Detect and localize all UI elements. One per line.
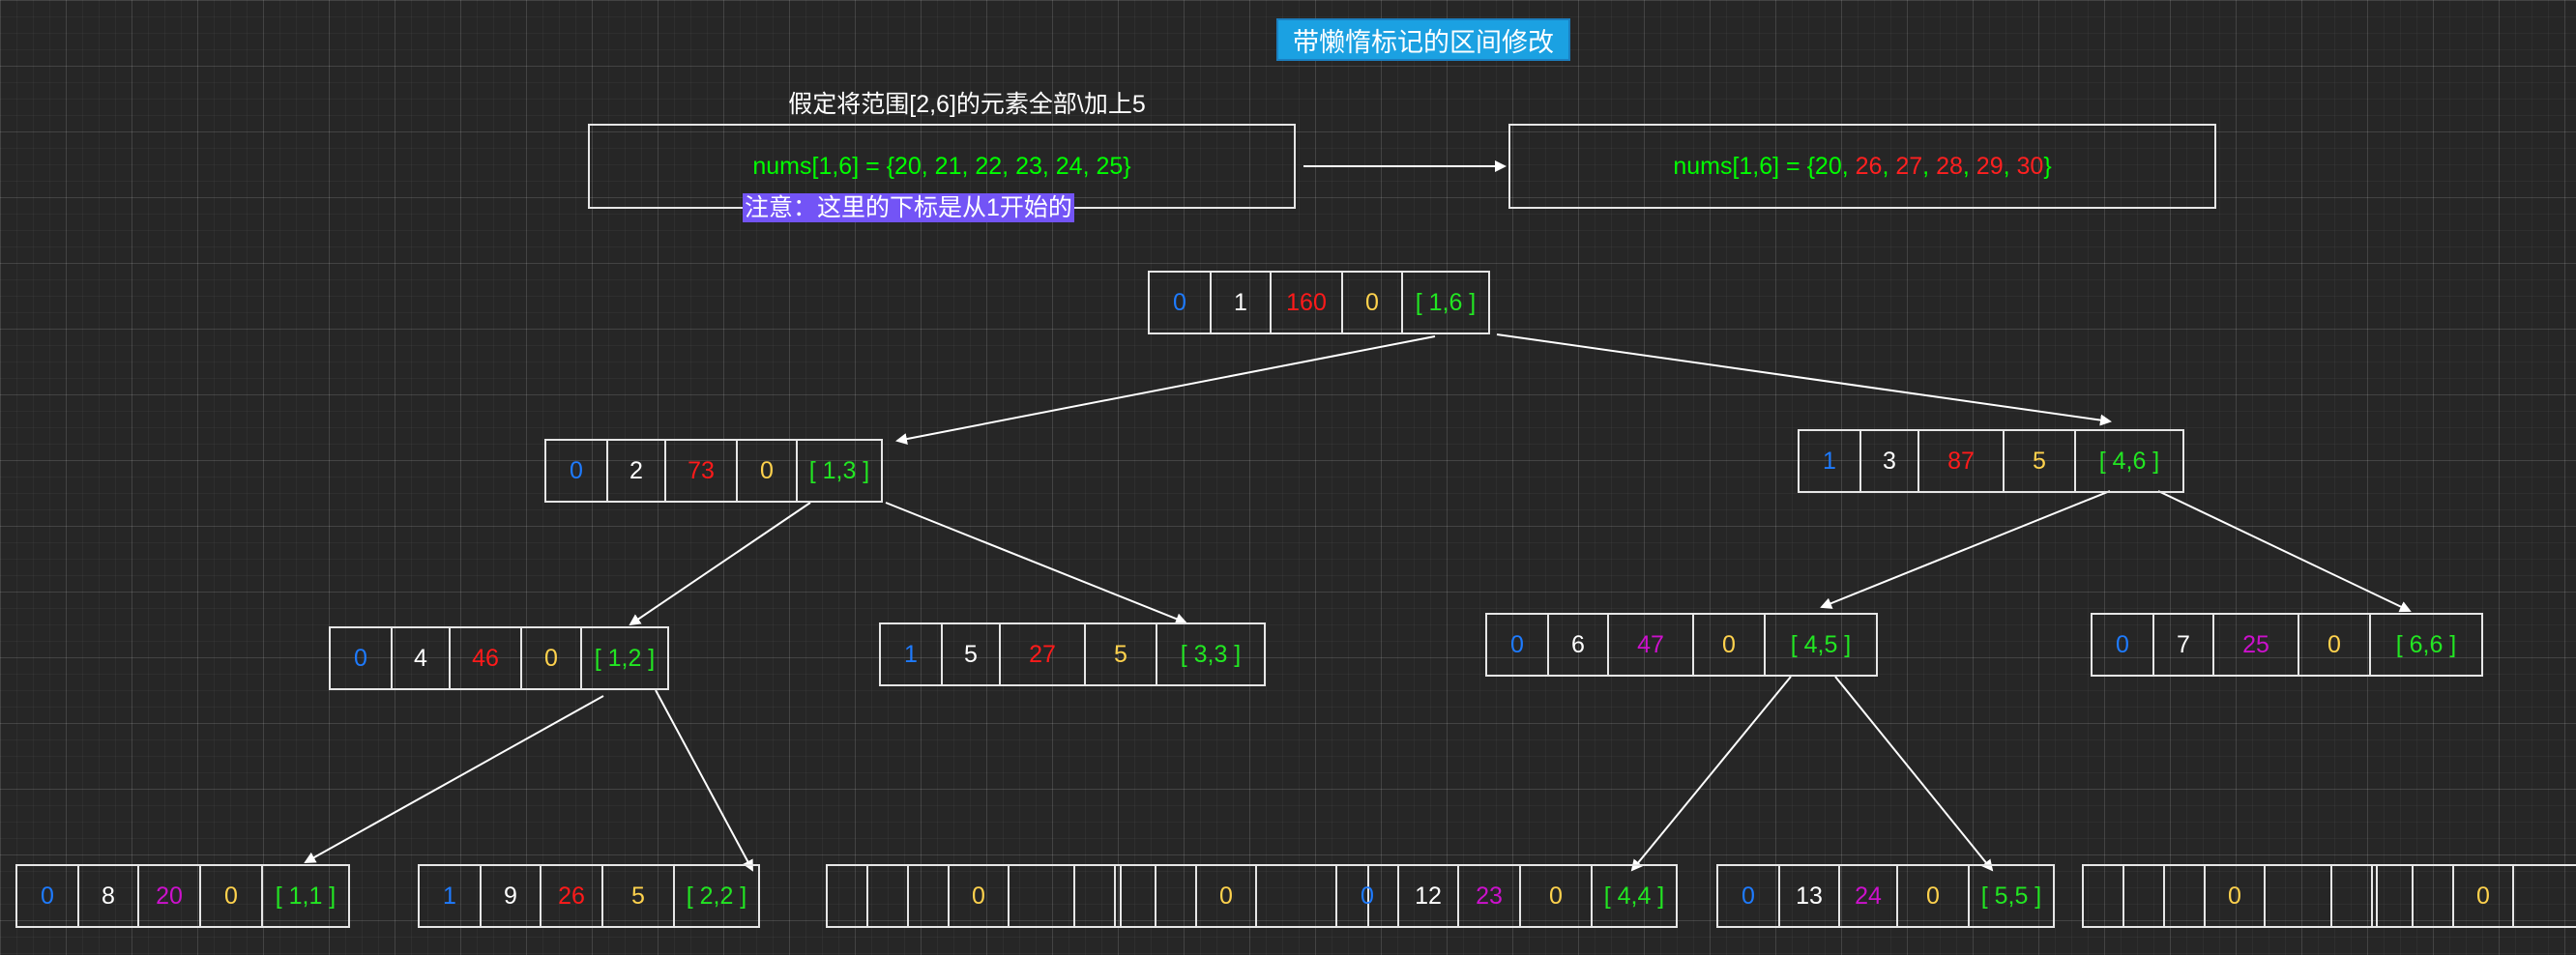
tree-node-n2: 0 2 73 0[ 1,3 ]: [544, 439, 883, 503]
node-add: 0: [948, 864, 1010, 928]
node-index: 7: [2152, 613, 2214, 677]
node-sum: 26: [540, 864, 603, 928]
node-sum: [2412, 864, 2454, 928]
node-sum: [2163, 864, 2206, 928]
tree-node-n4: 0 4 46 0[ 1,2 ]: [329, 626, 669, 690]
node-add: 0: [2204, 864, 2266, 928]
tree-node-n8: 0 8 20 0[ 1,1 ]: [15, 864, 350, 928]
node-index: [1114, 864, 1156, 928]
node-add: 0: [1896, 864, 1970, 928]
tree-edge-n4-n8: [304, 695, 604, 863]
node-sum: 24: [1838, 864, 1898, 928]
node-range: [ 4,4 ]: [1591, 864, 1678, 928]
node-index: [866, 864, 909, 928]
node-add: 0: [520, 626, 582, 690]
tree-node-n1: 0 1 160 0[ 1,6 ]: [1148, 271, 1490, 334]
node-range: [ 1,1 ]: [261, 864, 350, 928]
tree-node-n6: 0 6 47 0[ 4,5 ]: [1485, 613, 1878, 677]
tree-edge-n2-n4: [629, 502, 811, 626]
node-sum: [907, 864, 950, 928]
node-sum: 87: [1917, 429, 2005, 493]
node-add: 0: [2298, 613, 2371, 677]
node-range: [ 6,6 ]: [2369, 613, 2483, 677]
tree-edge-n6-n12: [1630, 676, 1792, 872]
node-range: [ 4,6 ]: [2074, 429, 2184, 493]
node-lazy-flag: 0: [1148, 271, 1212, 334]
node-index: 2: [606, 439, 666, 503]
tree-edge-n2-n5: [885, 502, 1187, 624]
node-lazy-flag: 1: [418, 864, 482, 928]
tree-node-n13: 0 13 24 0[ 5,5 ]: [1716, 864, 2055, 928]
node-range: [2512, 864, 2576, 928]
node-index: 8: [77, 864, 139, 928]
tree-node-n12: 0 12 23 0[ 4,4 ]: [1335, 864, 1678, 928]
node-range: [ 2,2 ]: [673, 864, 760, 928]
node-index: 5: [941, 622, 1001, 686]
node-lazy-flag: 1: [1798, 429, 1861, 493]
node-lazy-flag: 0: [1485, 613, 1549, 677]
node-sum: 23: [1457, 864, 1521, 928]
node-index: 6: [1547, 613, 1609, 677]
node-range: [ 5,5 ]: [1968, 864, 2055, 928]
node-lazy-flag: [2082, 864, 2124, 928]
node-sum: 46: [449, 626, 522, 690]
node-add: 5: [601, 864, 675, 928]
node-add: 0: [1195, 864, 1257, 928]
node-index: 4: [391, 626, 451, 690]
node-lazy-flag: 0: [329, 626, 393, 690]
node-add: 0: [1341, 271, 1403, 334]
tree-edge-n6-n13: [1834, 676, 1994, 872]
tree-node-n7: 0 7 25 0[ 6,6 ]: [2091, 613, 2483, 677]
node-range: [ 1,6 ]: [1401, 271, 1490, 334]
node-sum: 27: [999, 622, 1086, 686]
node-add: 0: [1692, 613, 1766, 677]
tree-node-n3: 1 3 87 5[ 4,6 ]: [1798, 429, 2184, 493]
node-sum: [1155, 864, 1197, 928]
diagram-canvas: 带懒惰标记的区间修改 假定将范围[2,6]的元素全部\加上5 nums[1,6]…: [0, 0, 2576, 955]
tree-node-n5: 1 5 27 5[ 3,3 ]: [879, 622, 1266, 686]
node-index: [2371, 864, 2414, 928]
node-add: 0: [199, 864, 263, 928]
node-lazy-flag: 0: [2091, 613, 2154, 677]
tree-node-n15: 0: [2330, 864, 2576, 928]
node-add: 5: [2003, 429, 2076, 493]
tree-edges: [304, 160, 2412, 872]
node-lazy-flag: 0: [544, 439, 608, 503]
tree-edge-n1-n3: [1496, 333, 2112, 426]
node-lazy-flag: 1: [879, 622, 943, 686]
tree-node-n9: 1 9 26 5[ 2,2 ]: [418, 864, 760, 928]
tree-edge-n1-n2: [895, 335, 1436, 445]
node-lazy-flag: 0: [1716, 864, 1780, 928]
node-add: 0: [736, 439, 798, 503]
node-index: 9: [480, 864, 542, 928]
node-sum: 73: [664, 439, 738, 503]
node-lazy-flag: 0: [15, 864, 79, 928]
node-range: [ 1,3 ]: [796, 439, 883, 503]
node-index: 1: [1210, 271, 1272, 334]
node-lazy-flag: [1073, 864, 1116, 928]
node-lazy-flag: 0: [1335, 864, 1399, 928]
node-index: 12: [1397, 864, 1459, 928]
node-index: 13: [1778, 864, 1840, 928]
node-range: [ 1,2 ]: [580, 626, 669, 690]
tree-node-n11: 0: [1073, 864, 1369, 928]
node-index: [2122, 864, 2165, 928]
node-add: 0: [2452, 864, 2514, 928]
tree-edge-n3-n7: [2157, 490, 2412, 613]
node-sum: 25: [2212, 613, 2299, 677]
node-sum: 20: [137, 864, 201, 928]
node-range: [ 4,5 ]: [1764, 613, 1878, 677]
node-lazy-flag: [2330, 864, 2373, 928]
node-sum: 160: [1270, 271, 1343, 334]
node-sum: 47: [1607, 613, 1694, 677]
node-range: [ 3,3 ]: [1156, 622, 1266, 686]
node-add: 5: [1084, 622, 1157, 686]
node-lazy-flag: [826, 864, 868, 928]
tree-edge-n3-n6: [1820, 490, 2111, 609]
tree-edge-n4-n9: [655, 689, 753, 872]
node-index: 3: [1859, 429, 1919, 493]
node-add: 0: [1519, 864, 1593, 928]
